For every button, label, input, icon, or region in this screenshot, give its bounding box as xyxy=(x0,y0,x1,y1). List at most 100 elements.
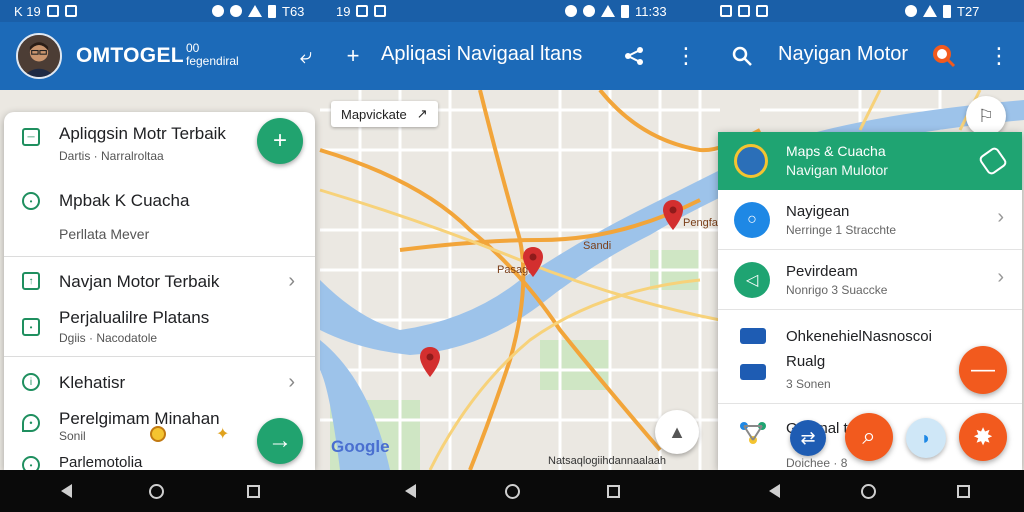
share-icon xyxy=(625,47,643,65)
navigation-circle-icon: ○ xyxy=(734,202,770,238)
gallery-icon xyxy=(738,5,750,17)
status-left: K 19 xyxy=(14,3,77,19)
puzzle-icon xyxy=(740,328,766,344)
list-item[interactable]: • Parlemotolia xyxy=(4,444,315,470)
home-button[interactable] xyxy=(858,481,878,501)
list-item[interactable]: • Mpbak K Cuacha Perllata Mever xyxy=(4,182,315,254)
chevron-right-icon: › xyxy=(997,206,1004,228)
document-icon: ↑ xyxy=(22,272,40,290)
wifi-icon xyxy=(248,5,262,17)
minus-fab-button[interactable]: — xyxy=(959,346,1007,394)
home-icon xyxy=(504,483,520,499)
home-button[interactable] xyxy=(146,481,166,501)
status-time-2: 11:33 xyxy=(635,3,667,19)
search-fab-button[interactable]: ⌕ xyxy=(845,413,893,461)
alarm-icon xyxy=(583,5,595,17)
avatar[interactable] xyxy=(16,33,62,79)
drop-button[interactable]: ◗ xyxy=(906,418,946,458)
right-title: Nayigan Motor xyxy=(778,43,909,65)
recents-icon xyxy=(606,484,620,498)
right-panel-header[interactable]: Maps & Cuacha Navigan Mulotor xyxy=(718,132,1022,190)
list-item[interactable]: ◁ Pevirdeam Nonrigo 3 Suaccke › xyxy=(718,250,1022,310)
list-item-title: Pevirdeam xyxy=(786,263,858,280)
list-item-title: Perjalualilre Platans xyxy=(59,308,210,327)
location-icon xyxy=(230,5,242,17)
plus-icon: + xyxy=(272,127,287,154)
list-item-sub: 3 Sonen xyxy=(786,377,831,391)
map-label-sandi: Sandi xyxy=(583,240,612,252)
clock-icon: • xyxy=(22,456,40,470)
list-item[interactable]: i Klehatisr › xyxy=(4,360,315,404)
list-item-title: Parlemotolia xyxy=(59,454,143,470)
more-vertical-icon: ⋮ xyxy=(675,43,697,68)
pin-outline-icon: • xyxy=(22,414,40,432)
home-icon xyxy=(860,483,876,499)
list-item-title: Rualg xyxy=(786,353,826,370)
info-icon: i xyxy=(22,373,40,391)
recents-button[interactable] xyxy=(953,481,973,501)
recents-button[interactable] xyxy=(603,481,623,501)
back-button[interactable] xyxy=(400,481,420,501)
status-time-1: T63 xyxy=(282,3,305,19)
location-pin-icon[interactable] xyxy=(523,247,543,277)
compass-button[interactable]: ⚐ xyxy=(966,96,1006,136)
directions-icon: ↗ xyxy=(416,106,428,121)
puzzle-icon xyxy=(740,364,766,380)
location-pin-icon[interactable] xyxy=(420,347,440,377)
right-panel-subtitle: Navigan Mulotor xyxy=(786,162,888,178)
network-icon xyxy=(738,420,768,446)
bluetooth-icon xyxy=(565,5,577,17)
my-location-button[interactable]: ▲ xyxy=(655,410,699,454)
gallery-icon xyxy=(64,5,77,17)
status-left-text: K 19 xyxy=(14,3,41,19)
swap-icon: ⇄ xyxy=(800,427,816,448)
recents-button[interactable] xyxy=(243,481,263,501)
recents-icon xyxy=(246,484,260,498)
battery-icon xyxy=(621,4,629,18)
map-search-chip[interactable]: Mapvickate ↗ xyxy=(331,101,438,127)
map-attribution: Natsaqlogiihdannaalaah xyxy=(548,455,667,467)
location-pin-icon[interactable] xyxy=(663,200,683,230)
burst-icon: ✸ xyxy=(972,423,994,451)
overflow-menu-button[interactable]: ⋮ xyxy=(670,40,702,72)
home-button[interactable] xyxy=(502,481,522,501)
maps-logo-icon xyxy=(734,144,768,178)
brand-subtitle: 00 fegendiral xyxy=(186,42,256,68)
right-panel-title: Maps & Cuacha xyxy=(786,143,886,159)
minus-icon: — xyxy=(971,356,995,383)
notification-icon xyxy=(720,5,732,17)
route-circle-icon: ◁ xyxy=(734,262,770,298)
add-fab-button[interactable]: + xyxy=(257,118,303,164)
list-item-sub: Sonil xyxy=(59,429,86,443)
water-drop-icon: ◗ xyxy=(920,427,932,448)
add-button[interactable]: + xyxy=(337,40,369,72)
explore-fab-button[interactable]: ✸ xyxy=(959,413,1007,461)
list-item-sub: Nonrigo 3 Suaccke xyxy=(786,283,888,297)
clock-icon: • xyxy=(22,192,40,210)
chevron-right-icon: › xyxy=(288,270,295,292)
list-item[interactable]: ○ Nayigean Nerringe 1 Stracchte › xyxy=(718,190,1022,250)
voice-button[interactable]: ⤶ xyxy=(290,40,322,72)
emoji-icon xyxy=(150,426,166,442)
status-left-3 xyxy=(720,3,768,19)
search-person-icon: ⌕ xyxy=(862,423,876,450)
navigation-icon: ▲ xyxy=(668,421,686,442)
status-right-2: 11:33 xyxy=(565,3,667,19)
status-left-2-text: 19 xyxy=(336,3,351,19)
search-orange-button[interactable] xyxy=(928,40,960,72)
overflow-menu-button-2[interactable]: ⋮ xyxy=(983,40,1015,72)
tag-icon[interactable] xyxy=(977,145,1009,177)
battery-icon xyxy=(268,4,276,18)
chevron-right-icon: › xyxy=(288,371,295,393)
list-item-sub: Nerringe 1 Stracchte xyxy=(786,223,897,237)
swap-button[interactable]: ⇄ xyxy=(790,420,826,456)
list-item[interactable]: ↑ Navjan Motor Terbaik › xyxy=(4,258,315,298)
search-button[interactable] xyxy=(726,40,758,72)
brand-name: OMTOGEL xyxy=(76,44,184,67)
compass-icon: ⚐ xyxy=(977,105,995,126)
list-item[interactable]: • Perjalualilre Platans Dgiis · Nacodato… xyxy=(4,300,315,354)
list-item-title: Apliqgsin Motr Terbaik xyxy=(59,124,226,143)
back-button[interactable] xyxy=(764,481,784,501)
back-button[interactable] xyxy=(56,481,76,501)
share-button[interactable] xyxy=(618,40,650,72)
